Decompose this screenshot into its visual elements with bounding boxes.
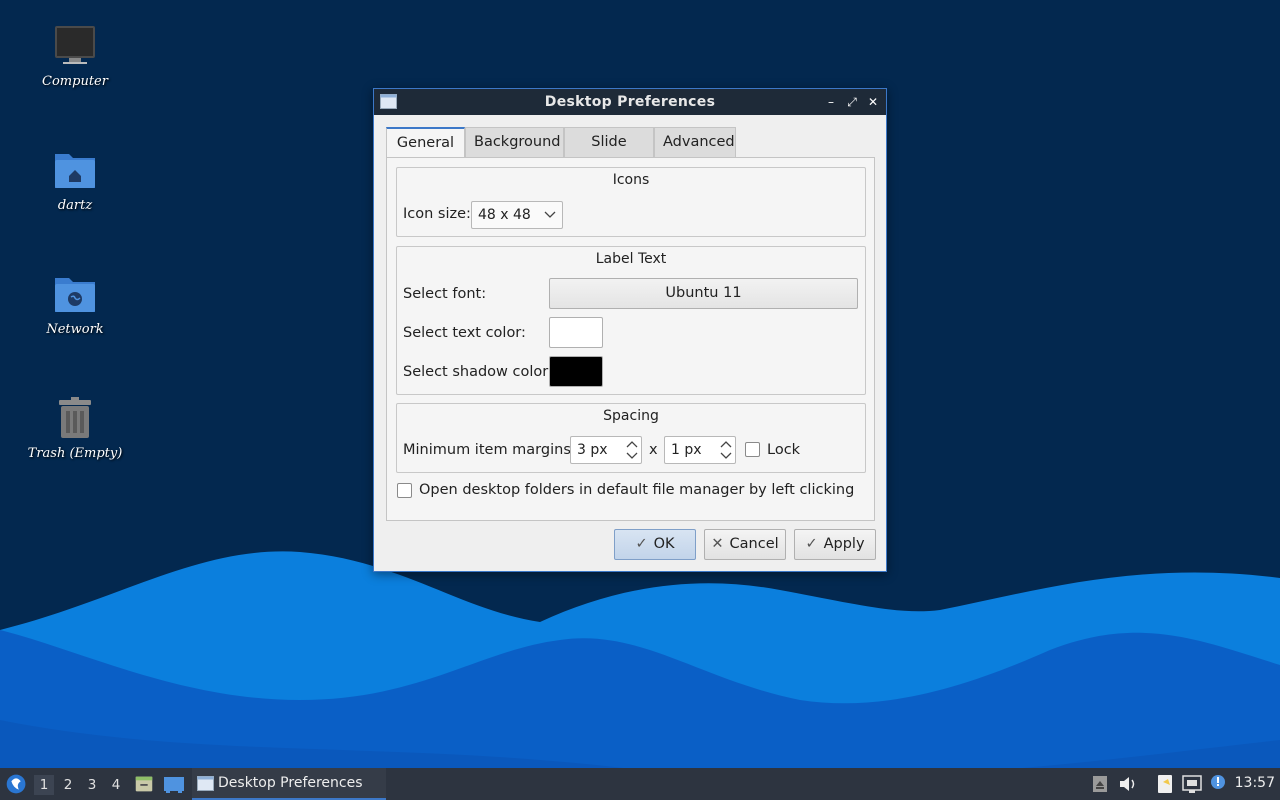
close-button[interactable]: ✕ [864,92,882,112]
spacing-group-title: Spacing [603,408,659,424]
desktop-switch-3[interactable]: 3 [82,775,102,795]
desktop-icon-dartz[interactable]: dartz [25,146,125,213]
tab-general[interactable]: General [386,127,465,158]
desktop-icon-label: Trash (Empty) [27,446,123,461]
font-picker-button[interactable]: Ubuntu 11 [549,278,858,309]
margin-x-spinbox[interactable]: 3 px [570,436,642,464]
check-icon: ✓ [635,536,648,552]
show-desktop-icon[interactable] [162,768,186,800]
text-color-button[interactable] [549,317,603,348]
margin-y-value: 1 px [671,442,702,458]
spacing-group: Spacing Minimum item margins: 3 px x 1 p… [396,403,866,473]
lock-label: Lock [767,442,801,458]
open-folders-checkbox[interactable] [397,483,412,498]
margin-x-value: 3 px [577,442,608,458]
spin-arrows-icon [720,441,732,459]
volume-icon[interactable] [1117,768,1139,800]
icon-size-value: 48 x 48 [478,207,531,223]
cancel-label: Cancel [729,536,779,552]
open-folders-label: Open desktop folders in default file man… [419,482,855,498]
spin-arrows-icon [626,441,638,459]
tab-slide-show[interactable]: Slide Show [564,127,654,179]
eject-icon[interactable] [1091,768,1109,800]
tab-advanced[interactable]: Advanced [654,127,736,157]
cross-icon: ✕ [711,536,724,552]
lock-checkbox[interactable] [745,442,760,457]
icon-size-select[interactable]: 48 x 48 [471,201,563,229]
dialog-title: Desktop Preferences [544,94,716,110]
trash-icon [59,397,91,438]
general-tab-panel: Icons Icon size: 48 x 48 Label Text Sele… [386,157,875,521]
label-text-group: Label Text Select font: Ubuntu 11 Select… [396,246,866,395]
desktop-icon-computer[interactable]: Computer [25,22,125,89]
shadow-color-button[interactable] [549,356,603,387]
desktop-icon-label: dartz [57,198,93,213]
network-icon[interactable] [1181,768,1203,800]
apply-button[interactable]: ✓ Apply [794,529,876,560]
desktop-switch-2[interactable]: 2 [58,775,78,795]
home-folder-icon [55,154,95,188]
apply-label: Apply [823,536,865,552]
select-font-label: Select font: [403,286,487,302]
desktop-icon-network[interactable]: Network [25,270,125,337]
tab-background[interactable]: Background [465,127,564,157]
select-text-color-label: Select text color: [403,325,526,341]
desktop-switch-4[interactable]: 4 [106,775,126,795]
title-bar[interactable]: Desktop Preferences – ⤢ ✕ [374,89,886,115]
clock: 13:57 [1234,775,1275,791]
minimum-margins-label: Minimum item margins: [403,442,576,458]
computer-icon [55,26,95,64]
select-shadow-color-label: Select shadow color: [403,364,553,380]
check-icon: ✓ [805,536,818,552]
cancel-button[interactable]: ✕ Cancel [704,529,786,560]
task-desktop-preferences[interactable]: Desktop Preferences [192,768,386,800]
desktop-icon-label: Network [46,322,104,337]
file-manager-launcher-icon[interactable] [133,768,155,800]
maximize-button[interactable]: ⤢ [843,92,861,112]
icons-group-title: Icons [612,172,650,188]
desktop-preferences-dialog: Desktop Preferences – ⤢ ✕ General Backgr… [373,88,887,572]
ok-button[interactable]: ✓ OK [614,529,696,560]
desktop-icon-label: Computer [42,74,108,89]
ok-label: OK [653,536,675,552]
task-label: Desktop Preferences [218,775,363,791]
clipboard-icon[interactable] [1154,768,1176,800]
chevron-down-icon [544,202,556,237]
window-app-icon [197,776,214,791]
network-folder-icon [55,278,95,312]
main-menu-icon[interactable] [2,768,32,800]
notification-icon[interactable] [1207,768,1229,800]
taskbar: 1 2 3 4 Desktop Preferences 13:57 [0,768,1280,800]
tab-bar: General Background Slide Show Advanced [386,127,736,179]
desktop-switch-1[interactable]: 1 [34,775,54,795]
icon-size-label: Icon size: [403,206,471,222]
label-text-group-title: Label Text [595,251,667,267]
icons-group: Icons Icon size: 48 x 48 [396,167,866,237]
desktop-icon-trash[interactable]: Trash (Empty) [25,394,125,461]
margin-y-spinbox[interactable]: 1 px [664,436,736,464]
minimize-button[interactable]: – [822,92,840,112]
margin-separator: x [649,442,658,458]
